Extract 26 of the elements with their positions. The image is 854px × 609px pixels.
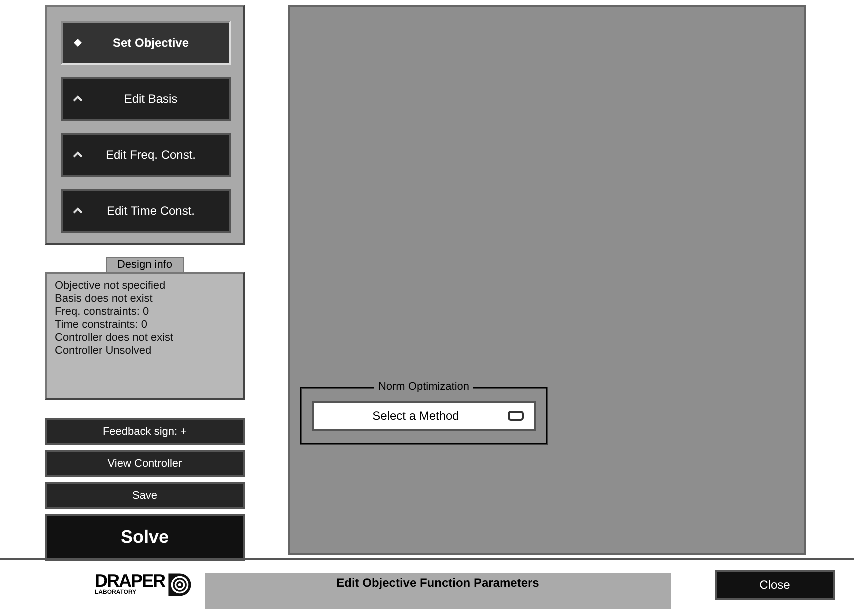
option-menu-icon <box>508 411 524 421</box>
action-button[interactable]: Save <box>45 482 245 509</box>
info-line: Freq. constraints: 0 <box>55 306 150 319</box>
close-button[interactable]: Close <box>715 570 835 600</box>
action-button[interactable]: Feedback sign: + <box>45 418 245 445</box>
caret-icon <box>73 206 83 216</box>
status-title: Edit Objective Function Parameters <box>205 573 671 609</box>
action-button[interactable]: View Controller <box>45 450 245 477</box>
info-line: Controller Unsolved <box>55 345 153 358</box>
method-dropdown[interactable]: Select a Method <box>312 401 536 431</box>
caret-icon <box>73 150 83 160</box>
nav-button[interactable]: Set Objective <box>61 21 231 65</box>
target-logo-icon <box>167 572 194 598</box>
nav-button[interactable]: Edit Freq. Const. <box>61 133 231 177</box>
info-line: Objective not specified <box>55 280 167 293</box>
group-title: Norm Optimization <box>374 381 474 393</box>
info-line: Time constraints: 0 <box>55 319 149 332</box>
diamond-icon <box>73 38 83 48</box>
info-line: Basis does not exist <box>55 293 154 306</box>
caret-icon <box>73 94 83 104</box>
nav-button[interactable]: Edit Basis <box>61 77 231 121</box>
logo-text: DRAPER <box>95 572 166 590</box>
nav-button[interactable]: Edit Time Const. <box>61 189 231 233</box>
info-line: Controller does not exist <box>55 332 175 345</box>
panel-title: Design info <box>106 257 184 272</box>
action-button[interactable]: Solve <box>45 514 245 561</box>
